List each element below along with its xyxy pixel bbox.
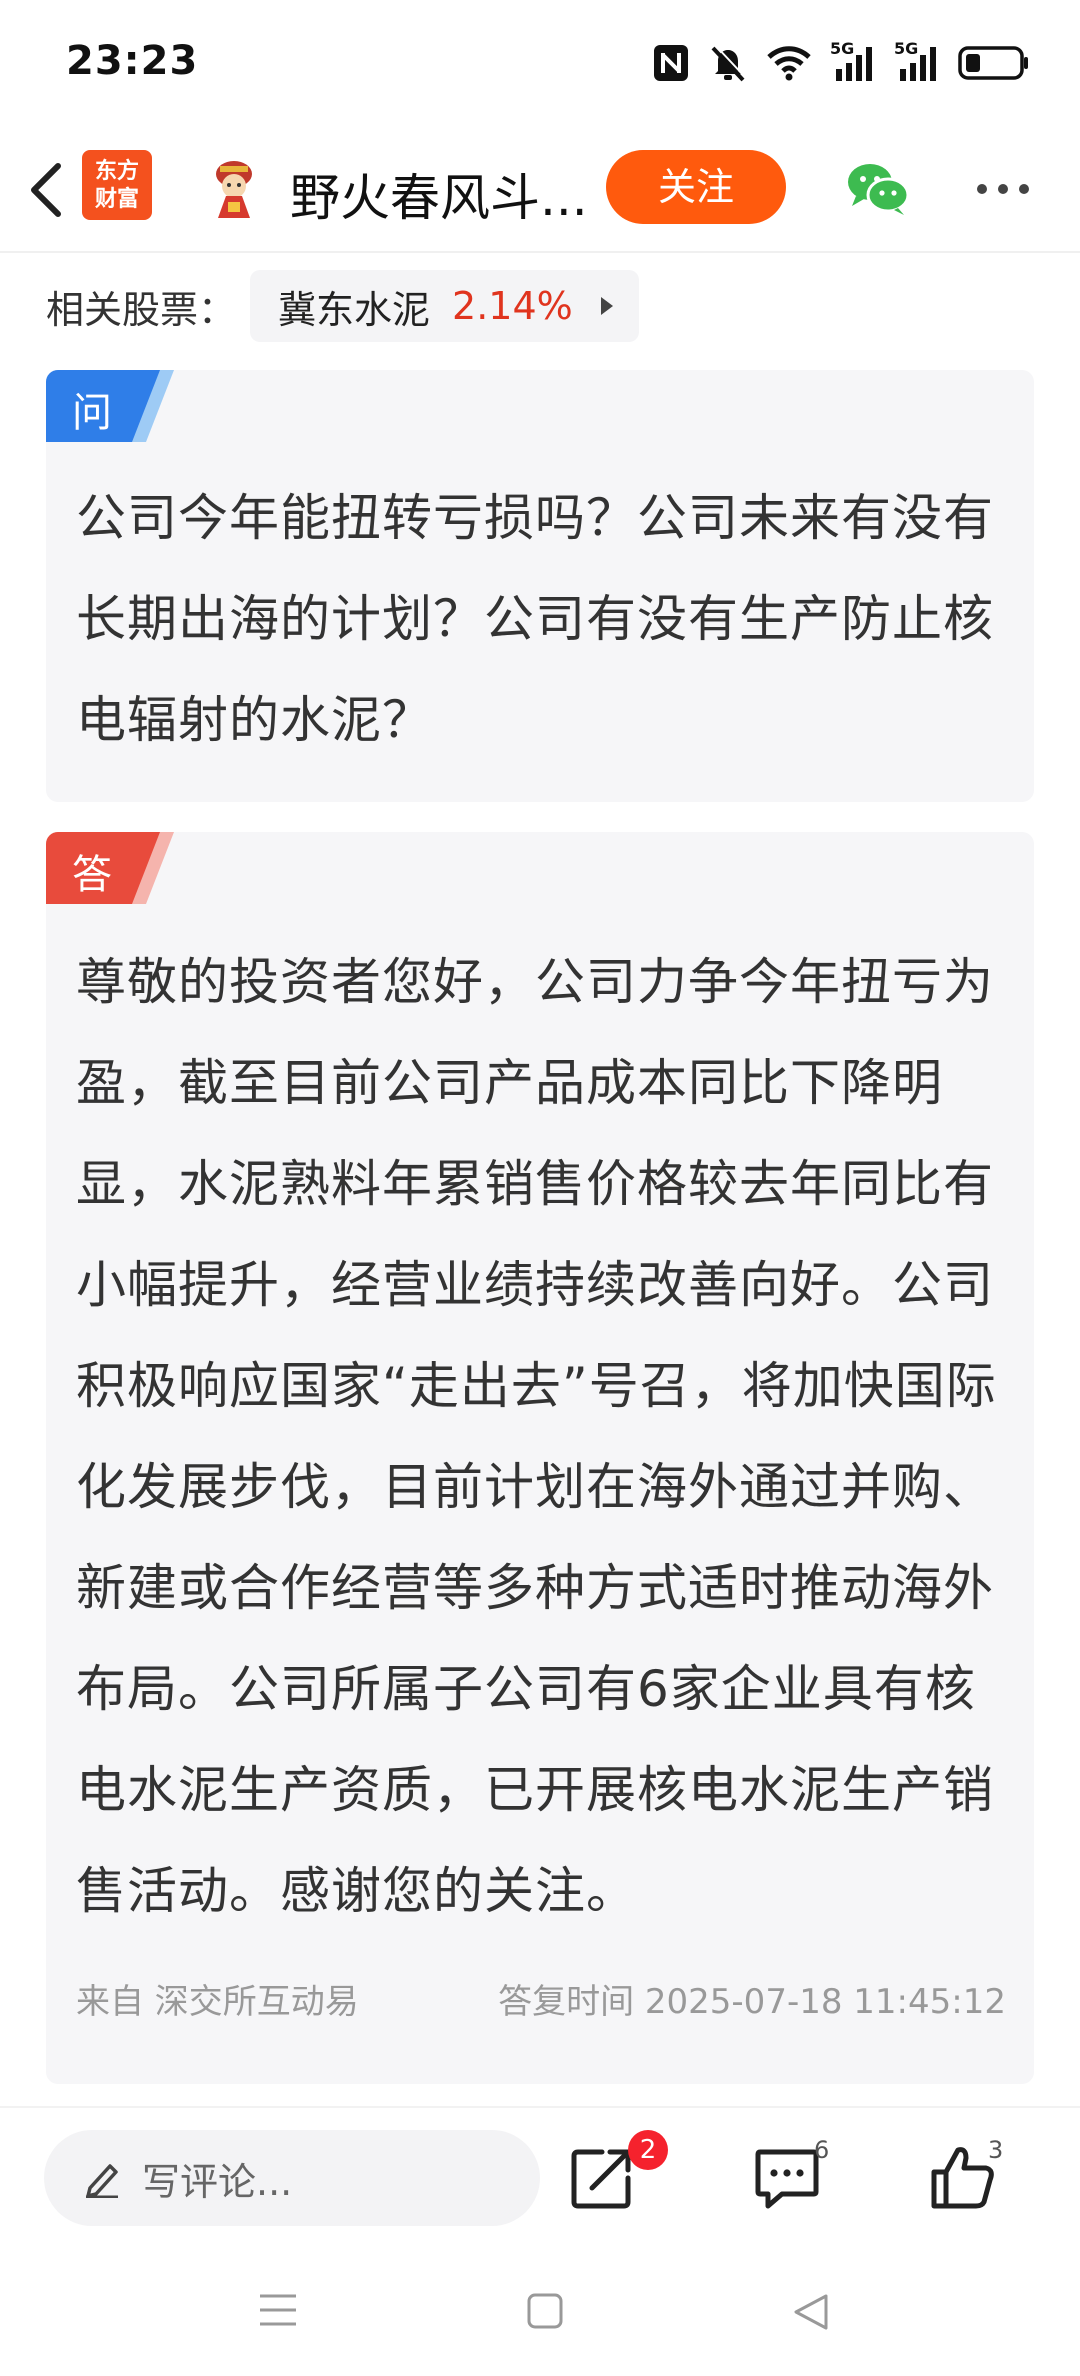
comment-input[interactable]: 写评论... [44, 2130, 540, 2226]
play-arrow-icon [600, 297, 613, 315]
related-stocks: 相关股票： 冀东水泥 2.14% [46, 270, 639, 342]
nav-bar: 东方 财富 野火春风斗... 关注 [0, 128, 1080, 253]
avatar[interactable] [206, 156, 262, 220]
signal-5g-icon-2: 5G [894, 39, 940, 83]
comment-count: 6 [814, 2136, 830, 2164]
follow-button[interactable]: 关注 [606, 150, 786, 224]
app-logo[interactable]: 东方 财富 [82, 150, 152, 220]
question-tag: 问 [46, 370, 176, 442]
question-card: 问 公司今年能扭转亏损吗？公司未来有没有长期出海的计划？公司有没有生产防止核电辐… [46, 370, 1034, 802]
wifi-icon [767, 46, 811, 81]
system-nav-bar [0, 2246, 1080, 2376]
answer-reply-time: 答复时间 2025-07-18 11:45:12 [498, 1982, 1006, 2022]
more-icon[interactable] [975, 182, 1031, 196]
answer-text: 尊敬的投资者您好，公司力争今年扭亏为盈，截至目前公司产品成本同比下降明显，水泥熟… [76, 953, 997, 1920]
comment-placeholder: 写评论... [142, 2159, 293, 2204]
battery-icon [958, 46, 1028, 80]
nfc-icon [654, 45, 688, 81]
answer-source: 来自 深交所互动易 [76, 1982, 359, 2022]
logo-line-1: 东方 [94, 159, 139, 184]
home-icon[interactable] [526, 2292, 564, 2330]
answer-card: 答 尊敬的投资者您好，公司力争今年扭亏为盈，截至目前公司产品成本同比下降明显，水… [46, 832, 1034, 2084]
stock-chip[interactable]: 冀东水泥 2.14% [250, 270, 639, 342]
comment-icon[interactable] [752, 2142, 822, 2212]
status-bar: 23:23 5G 5G [0, 0, 1080, 128]
back-triangle-icon[interactable] [792, 2292, 830, 2332]
author-name[interactable]: 野火春风斗... [290, 158, 590, 230]
signal-5g-icon: 5G [830, 39, 876, 83]
stock-name: 冀东水泥 [278, 287, 431, 332]
back-icon[interactable] [22, 158, 70, 222]
like-count: 3 [988, 2136, 1004, 2164]
answer-footer: 来自 深交所互动易 答复时间 2025-07-18 11:45:12 [76, 1974, 1006, 2023]
bell-muted-icon [711, 45, 747, 82]
menu-icon[interactable] [258, 2292, 298, 2328]
question-tag-label: 问 [72, 390, 112, 436]
wechat-icon[interactable] [846, 162, 910, 216]
question-text: 公司今年能扭转亏损吗？公司未来有没有长期出海的计划？公司有没有生产防止核电辐射的… [76, 489, 994, 749]
stock-change: 2.14% [452, 284, 573, 328]
bottom-action-bar: 写评论... 2 6 3 [0, 2106, 1080, 2246]
status-icons: 5G 5G [652, 39, 1030, 86]
share-badge: 2 [628, 2130, 668, 2170]
related-stocks-label: 相关股票： [46, 287, 237, 332]
answer-tag: 答 [46, 832, 176, 904]
pencil-icon [86, 2164, 118, 2198]
logo-line-2: 财富 [94, 187, 139, 212]
status-time: 23:23 [66, 38, 199, 84]
answer-tag-label: 答 [72, 852, 112, 898]
